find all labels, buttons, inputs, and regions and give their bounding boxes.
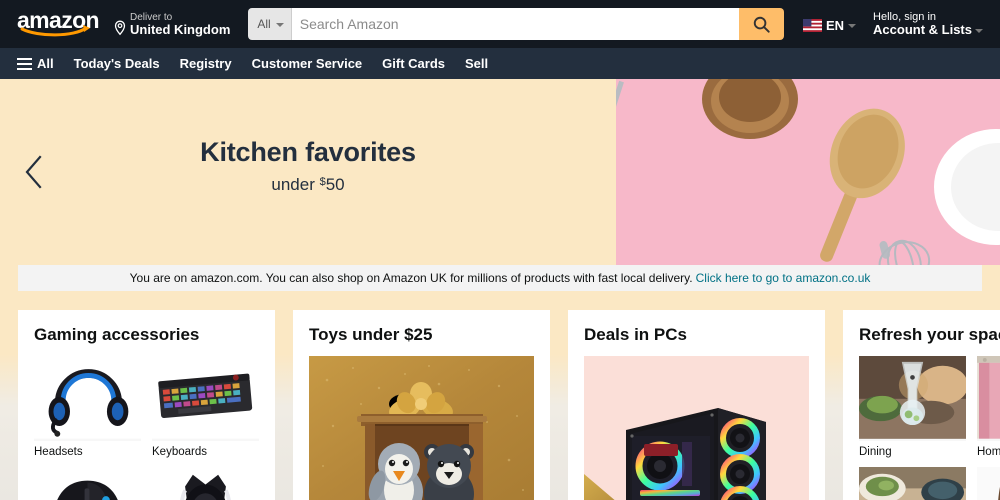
tile-dining[interactable]: Dining bbox=[859, 356, 966, 458]
chevron-left-icon bbox=[25, 155, 42, 189]
category-card-row: Gaming accessories Headsets Keyboards To… bbox=[18, 310, 1000, 500]
tile-home-accent[interactable] bbox=[977, 467, 1000, 500]
card-gaming-accessories[interactable]: Gaming accessories Headsets Keyboards bbox=[18, 310, 275, 500]
tile-headsets[interactable]: Headsets bbox=[34, 356, 141, 458]
us-flag-icon bbox=[802, 18, 822, 32]
gaming-keyboard-image bbox=[152, 356, 259, 442]
account-menu[interactable]: Hello, sign in Account & Lists bbox=[867, 7, 992, 42]
hamburger-icon bbox=[17, 57, 32, 70]
deliver-to-selector[interactable]: Deliver to United Kingdom bbox=[110, 8, 236, 40]
plush-toys-gift-box-image[interactable] bbox=[309, 356, 534, 500]
subnav-item-customer-service[interactable]: Customer Service bbox=[242, 50, 373, 77]
tile-label: Home bbox=[977, 446, 1000, 459]
search-input[interactable] bbox=[291, 8, 739, 40]
secondary-navigation-bar: All Today's Deals Registry Customer Serv… bbox=[0, 48, 1000, 79]
subnav-label: Gift Cards bbox=[382, 56, 446, 71]
card-title: Refresh your space bbox=[859, 325, 1000, 344]
rgb-gaming-pc-tower-image[interactable] bbox=[584, 356, 809, 500]
location-pin-icon bbox=[114, 20, 126, 36]
tile-label: Dining bbox=[859, 446, 892, 459]
language-code: EN bbox=[825, 17, 845, 33]
subnav-item-registry[interactable]: Registry bbox=[170, 50, 242, 77]
subnav-item-todays-deals[interactable]: Today's Deals bbox=[64, 50, 170, 77]
amazon-smile-icon bbox=[20, 25, 90, 37]
chevron-down-icon bbox=[848, 24, 857, 28]
chevron-down-icon bbox=[975, 29, 983, 34]
dining-glassware-image bbox=[859, 356, 966, 442]
chevron-down-icon bbox=[275, 23, 284, 27]
search-submit-button[interactable] bbox=[738, 8, 784, 40]
tile-kitchen[interactable] bbox=[859, 467, 966, 500]
card-toys-under-25[interactable]: Toys under $25 bbox=[293, 310, 550, 500]
tile-home[interactable]: Home bbox=[977, 356, 1000, 458]
carousel-previous-button[interactable] bbox=[14, 149, 54, 195]
card-tile-grid: Headsets Keyboards bbox=[34, 356, 259, 500]
subnav-all-label: All bbox=[37, 56, 54, 71]
gaming-headset-alt-image bbox=[152, 467, 259, 500]
top-navigation-bar: amazon Deliver to United Kingdom All Sea… bbox=[0, 0, 1000, 48]
home-curtains-image bbox=[977, 356, 1000, 442]
account-lists-label: Account & Lists bbox=[873, 22, 972, 38]
search-bar: All bbox=[248, 8, 784, 40]
card-title: Deals in PCs bbox=[584, 325, 687, 344]
tile-keyboards[interactable]: Keyboards bbox=[152, 356, 259, 458]
card-deals-in-pcs[interactable]: Deals in PCs bbox=[568, 310, 825, 500]
subnav-label: Today's Deals bbox=[73, 56, 160, 71]
tile-mice[interactable] bbox=[34, 467, 141, 500]
search-icon bbox=[753, 16, 770, 33]
amazon-homepage: amazon Deliver to United Kingdom All Sea… bbox=[0, 0, 1000, 500]
card-title: Toys under $25 bbox=[309, 325, 433, 344]
hero-carousel: Kitchen favorites under $50 bbox=[0, 79, 1000, 265]
amazon-uk-link[interactable]: Click here to go to amazon.co.uk bbox=[696, 271, 871, 285]
notice-text: You are on amazon.com. You can also shop… bbox=[129, 271, 693, 285]
subnav-item-sell[interactable]: Sell bbox=[455, 50, 498, 77]
subnav-label: Customer Service bbox=[251, 56, 363, 71]
card-title: Gaming accessories bbox=[34, 325, 200, 344]
gaming-headset-image bbox=[34, 356, 141, 442]
amazon-logo[interactable]: amazon bbox=[12, 6, 104, 42]
deliver-to-country: United Kingdom bbox=[130, 22, 231, 38]
subnav-item-gift-cards[interactable]: Gift Cards bbox=[372, 50, 455, 77]
home-accent-image bbox=[977, 467, 1000, 500]
sidebar-menu-all-button[interactable]: All bbox=[10, 50, 64, 77]
language-selector[interactable]: EN bbox=[796, 11, 863, 38]
international-shopping-notice: You are on amazon.com. You can also shop… bbox=[18, 265, 982, 291]
tile-headsets-alt[interactable] bbox=[152, 467, 259, 500]
tile-label: Headsets bbox=[34, 446, 83, 459]
card-refresh-your-space[interactable]: Refresh your space bbox=[843, 310, 1000, 500]
kitchen-food-image bbox=[859, 467, 966, 500]
card-tile-grid: Dining Hom bbox=[859, 356, 1000, 500]
tile-label: Keyboards bbox=[152, 446, 207, 459]
search-category-label: All bbox=[257, 17, 271, 31]
subnav-label: Registry bbox=[179, 56, 232, 71]
hero-text-panel bbox=[0, 79, 616, 265]
subnav-label: Sell bbox=[465, 56, 489, 71]
gaming-mouse-image bbox=[34, 467, 141, 500]
search-category-dropdown[interactable]: All bbox=[248, 8, 292, 40]
